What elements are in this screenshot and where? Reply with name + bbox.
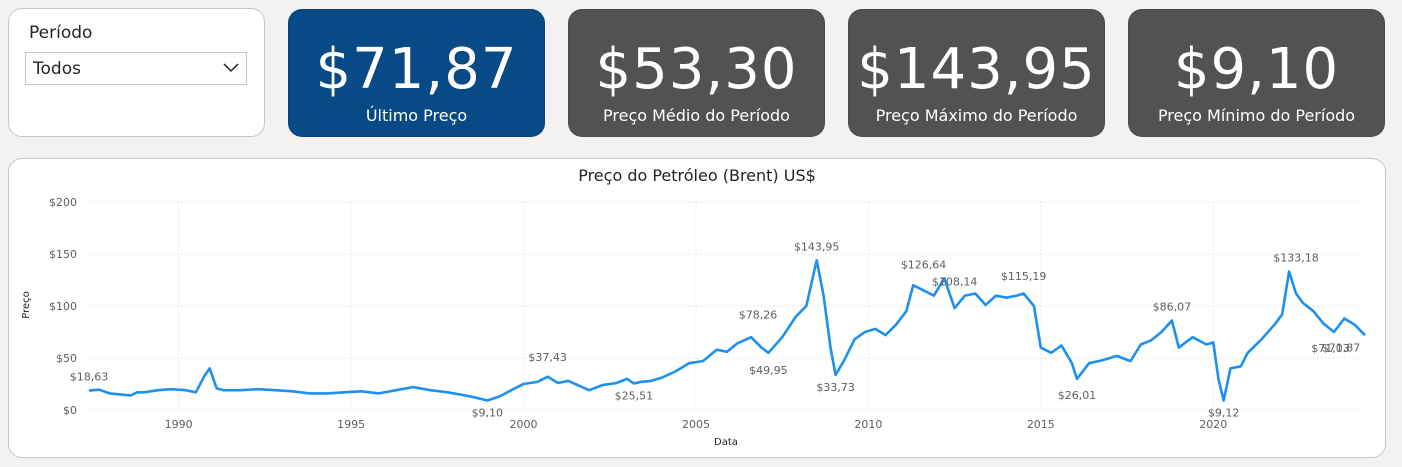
data-label: $126,64 [901,258,947,271]
kpi-max-price-label: Preço Máximo do Período [875,106,1078,125]
x-tick-label: 2000 [510,418,538,431]
x-tick-label: 2005 [682,418,710,431]
data-label: $25,51 [615,389,654,402]
data-label: $133,18 [1273,251,1319,264]
kpi-average-price-card: $53,30 Preço Médio do Período [568,9,825,137]
kpi-max-price-card: $143,95 Preço Máximo do Período [848,9,1105,137]
data-labels: $18,63 $9,10 $37,43 $25,51 $78,26 $49,95 $143,… [70,240,1361,419]
data-label: $26,01 [1058,389,1097,402]
data-label: $108,14 [932,276,978,289]
x-tick-label: 2020 [1199,418,1227,431]
brent-price-chart-card: Preço do Petróleo (Brent) US$ $0 $50 $100 $… [8,158,1386,458]
data-label: $78,26 [739,309,778,322]
x-axis: 1990 1995 2000 2005 2010 2015 2020 [165,418,1228,431]
y-tick-label: $50 [56,352,77,365]
kpi-max-price-value: $143,95 [857,37,1096,102]
data-label: $71,87 [1322,341,1361,354]
kpi-average-price-value: $53,30 [595,37,798,102]
data-label: $49,95 [749,364,788,377]
data-label: $33,73 [816,381,855,394]
data-label: $37,43 [528,351,567,364]
kpi-min-price-value: $9,10 [1173,37,1340,102]
kpi-last-price-label: Último Preço [365,106,468,125]
period-filter-card: Período Todos [8,8,265,137]
chevron-down-icon[interactable] [222,60,240,76]
y-axis: $0 $50 $100 $150 $200 [49,196,77,417]
x-tick-label: 1995 [337,418,365,431]
data-label: $18,63 [70,371,109,384]
kpi-last-price-card: $71,87 Último Preço [288,9,545,137]
kpi-min-price-card: $9,10 Preço Mínimo do Período [1128,9,1385,137]
y-tick-label: $150 [49,248,77,261]
data-label: $86,07 [1153,300,1192,313]
kpi-average-price-label: Preço Médio do Período [603,106,790,125]
data-label: $143,95 [794,240,840,253]
x-tick-label: 2015 [1027,418,1055,431]
period-dropdown[interactable]: Todos [25,52,247,85]
kpi-last-price-value: $71,87 [315,37,518,102]
x-axis-title: Data [714,437,738,448]
x-tick-label: 2010 [854,418,882,431]
data-label: $9,12 [1208,407,1240,420]
brent-price-line-chart[interactable]: $0 $50 $100 $150 $200 1990 1995 2000 2005 2010 20… [9,159,1385,457]
y-tick-label: $200 [49,196,77,209]
y-tick-label: $100 [49,300,77,313]
data-label: $115,19 [1001,270,1047,283]
y-axis-title: Preço [21,291,32,319]
period-dropdown-value: Todos [33,59,81,79]
price-series-line[interactable] [88,259,1366,402]
y-tick-label: $0 [63,404,77,417]
x-tick-label: 1990 [165,418,193,431]
period-filter-label: Período [29,23,93,43]
kpi-min-price-label: Preço Mínimo do Período [1157,106,1356,125]
data-label: $9,10 [472,407,504,420]
